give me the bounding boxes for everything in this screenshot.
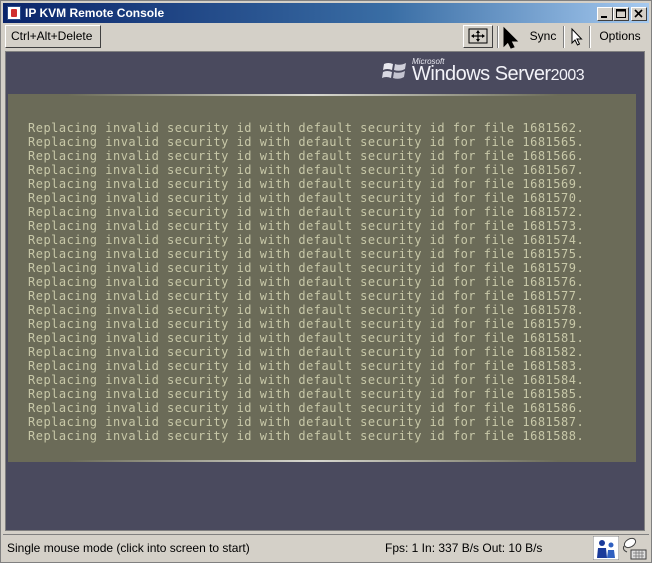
console-line: Replacing invalid security id with defau…: [28, 135, 585, 149]
console-line: Replacing invalid security id with defau…: [28, 289, 585, 303]
console-line: Replacing invalid security id with defau…: [28, 317, 585, 331]
window-title: IP KVM Remote Console: [25, 6, 165, 20]
console-line: Replacing invalid security id with defau…: [28, 177, 585, 191]
remote-screen[interactable]: Microsoft Windows Server2003 Replacing i…: [5, 51, 645, 531]
console-line: Replacing invalid security id with defau…: [28, 233, 585, 247]
sync-button[interactable]: Sync: [525, 25, 561, 48]
keyboard-mouse-icon[interactable]: [621, 536, 647, 560]
console-line: Replacing invalid security id with defau…: [28, 219, 585, 233]
brand-year: 2003: [550, 67, 585, 84]
console-line: Replacing invalid security id with defau…: [28, 149, 585, 163]
console-line: Replacing invalid security id with defau…: [28, 331, 585, 345]
toolbar-separator: [563, 26, 565, 48]
fit-screen-icon: [468, 28, 488, 44]
toolbar-separator: [497, 26, 499, 48]
toolbar: Ctrl+Alt+Delete Sync Options: [3, 24, 649, 50]
kvm-window: IP KVM Remote Console Ctrl+Alt+Delete Sy…: [0, 0, 652, 563]
toolbar-separator: [589, 26, 591, 48]
console-line: Replacing invalid security id with defau…: [28, 163, 585, 177]
console-line: Replacing invalid security id with defau…: [28, 247, 585, 261]
console-line: Replacing invalid security id with defau…: [28, 275, 585, 289]
console-line: Replacing invalid security id with defau…: [28, 205, 585, 219]
console-line: Replacing invalid security id with defau…: [28, 401, 585, 415]
console-line: Replacing invalid security id with defau…: [28, 303, 585, 317]
maximize-icon[interactable]: [613, 7, 629, 21]
status-icons: [589, 536, 647, 560]
console-line: Replacing invalid security id with defau…: [28, 415, 585, 429]
options-button[interactable]: Options: [593, 25, 647, 48]
console-output: Replacing invalid security id with defau…: [8, 94, 636, 462]
windows-server-wordmark: Windows Server2003: [412, 63, 585, 86]
minimize-icon[interactable]: [597, 7, 613, 21]
ctrl-alt-delete-button[interactable]: Ctrl+Alt+Delete: [5, 25, 101, 48]
console-line: Replacing invalid security id with defau…: [28, 387, 585, 401]
console-line: Replacing invalid security id with defau…: [28, 359, 585, 373]
users-icon[interactable]: [593, 536, 619, 560]
console-top-rule: [68, 94, 558, 96]
title-bar[interactable]: IP KVM Remote Console: [3, 3, 649, 23]
console-line: Replacing invalid security id with defau…: [28, 191, 585, 205]
console-line: Replacing invalid security id with defau…: [28, 345, 585, 359]
console-line: Replacing invalid security id with defau…: [28, 429, 585, 443]
console-line: Replacing invalid security id with defau…: [28, 373, 585, 387]
brand-text: Windows Server: [412, 63, 551, 85]
connection-stats: Fps: 1 In: 337 B/s Out: 10 B/s: [385, 541, 543, 555]
pointer-mode-icon[interactable]: [569, 27, 585, 52]
console-bottom-rule: [68, 460, 558, 462]
console-lines: Replacing invalid security id with defau…: [28, 121, 628, 443]
status-bar: Single mouse mode (click into screen to …: [3, 534, 649, 561]
mouse-mode-status: Single mouse mode (click into screen to …: [7, 541, 250, 555]
windows-server-logo: Microsoft Windows Server2003: [382, 56, 622, 90]
java-app-icon: [7, 6, 21, 20]
windows-flag-icon: [382, 63, 406, 79]
fit-screen-button[interactable]: [463, 25, 493, 48]
close-icon[interactable]: [631, 7, 647, 21]
console-line: Replacing invalid security id with defau…: [28, 121, 585, 135]
console-line: Replacing invalid security id with defau…: [28, 261, 585, 275]
